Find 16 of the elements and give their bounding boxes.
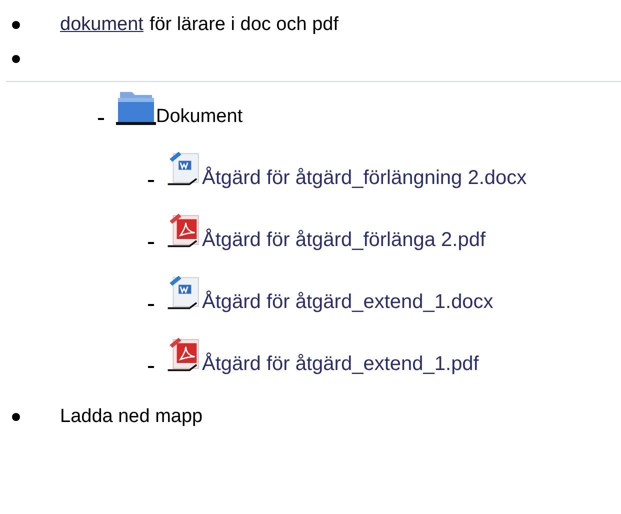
bullet-icon bbox=[12, 21, 20, 29]
dash-icon bbox=[148, 366, 154, 368]
dash-icon bbox=[148, 180, 154, 182]
file-link[interactable]: Åtgärd för åtgärd_förlänga 2.pdf bbox=[202, 229, 486, 252]
folder-name[interactable]: Dokument bbox=[156, 106, 243, 128]
document-link[interactable]: dokument bbox=[60, 14, 144, 36]
bullet-icon bbox=[12, 55, 20, 63]
file-link[interactable]: Åtgärd för åtgärd_förlängning 2.docx bbox=[202, 167, 527, 190]
list-text: Ladda ned mapp bbox=[60, 406, 203, 428]
dash-icon bbox=[148, 242, 154, 244]
list-text: för lärare i doc och pdf bbox=[149, 14, 338, 36]
dash-icon bbox=[148, 304, 154, 306]
file-link[interactable]: Åtgärd för åtgärd_extend_1.docx bbox=[202, 291, 494, 314]
dash-icon bbox=[98, 118, 104, 120]
bullet-icon bbox=[12, 413, 20, 421]
file-link[interactable]: Åtgärd för åtgärd_extend_1.pdf bbox=[202, 353, 479, 376]
